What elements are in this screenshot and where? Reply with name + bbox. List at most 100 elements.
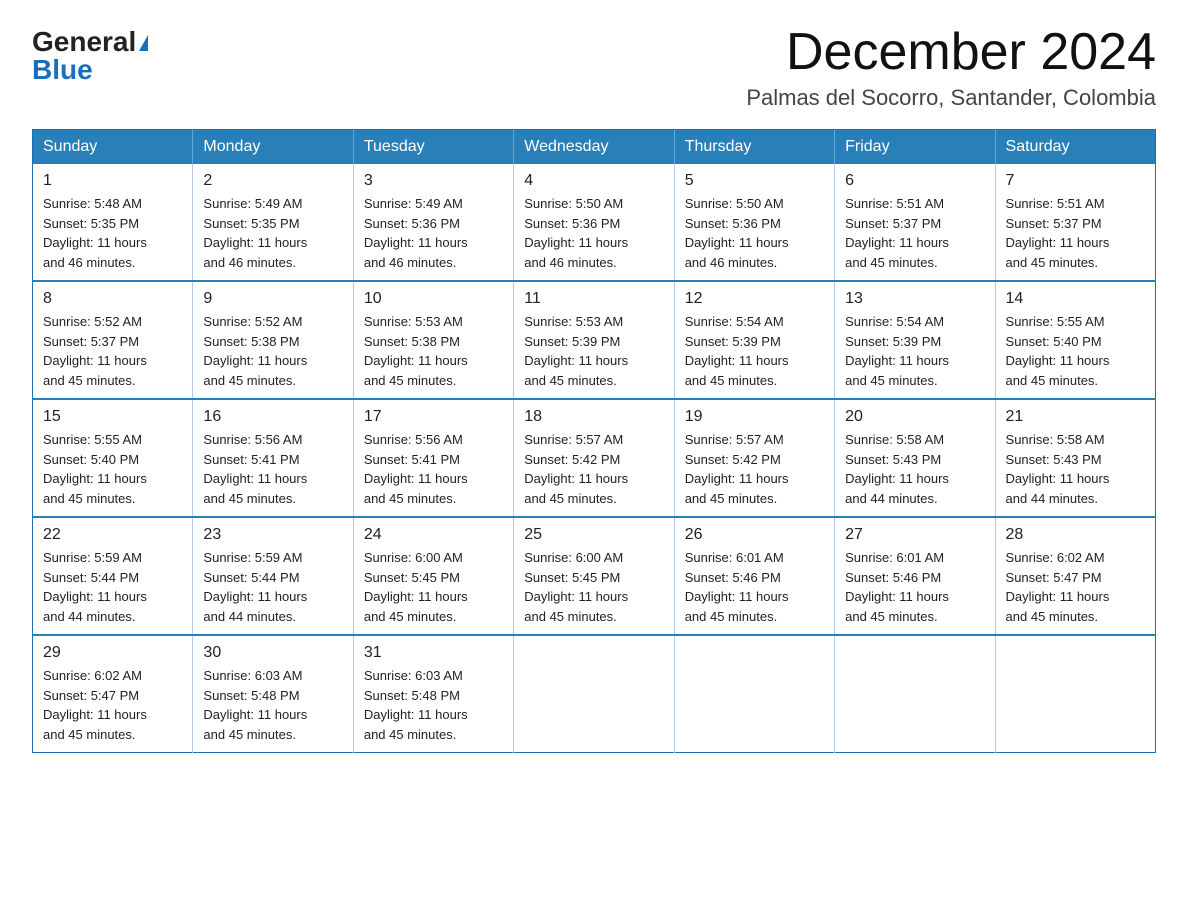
- day-info: Sunrise: 5:56 AMSunset: 5:41 PMDaylight:…: [364, 430, 503, 508]
- day-info: Sunrise: 5:54 AMSunset: 5:39 PMDaylight:…: [845, 312, 984, 390]
- month-title: December 2024: [746, 24, 1156, 81]
- table-row: 6Sunrise: 5:51 AMSunset: 5:37 PMDaylight…: [835, 164, 995, 281]
- table-row: 18Sunrise: 5:57 AMSunset: 5:42 PMDayligh…: [514, 399, 674, 517]
- title-block: December 2024 Palmas del Socorro, Santan…: [746, 24, 1156, 111]
- day-info: Sunrise: 5:49 AMSunset: 5:35 PMDaylight:…: [203, 194, 342, 272]
- table-row: 12Sunrise: 5:54 AMSunset: 5:39 PMDayligh…: [674, 281, 834, 399]
- day-number: 11: [524, 290, 663, 308]
- day-info: Sunrise: 5:57 AMSunset: 5:42 PMDaylight:…: [524, 430, 663, 508]
- day-number: 23: [203, 526, 342, 544]
- table-row: 16 Sunrise: 5:56 AMSunset: 5:41 PMDayligh…: [193, 399, 353, 517]
- day-info: Sunrise: 6:03 AMSunset: 5:48 PMDaylight:…: [203, 666, 342, 744]
- table-row: 26 Sunrise: 6:01 AMSunset: 5:46 PMDayligh…: [674, 517, 834, 635]
- day-info: Sunrise: 5:53 AMSunset: 5:38 PMDaylight:…: [364, 312, 503, 390]
- day-number: 26: [685, 526, 824, 544]
- day-info: Sunrise: 5:56 AMSunset: 5:41 PMDaylight:…: [203, 430, 342, 508]
- calendar-week-row: 8Sunrise: 5:52 AMSunset: 5:37 PMDaylight…: [33, 281, 1156, 399]
- day-info: Sunrise: 5:55 AMSunset: 5:40 PMDaylight:…: [1006, 312, 1145, 390]
- table-row: 29 Sunrise: 6:02 AMSunset: 5:47 PMDayligh…: [33, 635, 193, 753]
- day-info: Sunrise: 5:59 AMSunset: 5:44 PMDaylight:…: [203, 548, 342, 626]
- day-info: Sunrise: 6:00 AMSunset: 5:45 PMDaylight:…: [364, 548, 503, 626]
- day-info: Sunrise: 5:48 AMSunset: 5:35 PMDaylight:…: [43, 194, 182, 272]
- day-info: Sunrise: 5:58 AMSunset: 5:43 PMDaylight:…: [845, 430, 984, 508]
- table-row: 30 Sunrise: 6:03 AMSunset: 5:48 PMDayligh…: [193, 635, 353, 753]
- day-number: 19: [685, 408, 824, 426]
- header-monday: Monday: [193, 130, 353, 165]
- header-sunday: Sunday: [33, 130, 193, 165]
- location-text: Palmas del Socorro, Santander, Colombia: [746, 85, 1156, 111]
- day-number: 29: [43, 644, 182, 662]
- table-row: 7 Sunrise: 5:51 AMSunset: 5:37 PMDaylight…: [995, 164, 1155, 281]
- table-row: 25 Sunrise: 6:00 AMSunset: 5:45 PMDayligh…: [514, 517, 674, 635]
- table-row: 3Sunrise: 5:49 AMSunset: 5:36 PMDaylight…: [353, 164, 513, 281]
- day-number: 13: [845, 290, 984, 308]
- day-number: 20: [845, 408, 984, 426]
- page-header: General Blue December 2024 Palmas del So…: [32, 24, 1156, 111]
- day-number: 4: [524, 172, 663, 190]
- day-number: 30: [203, 644, 342, 662]
- day-number: 21: [1006, 408, 1145, 426]
- day-number: 9: [203, 290, 342, 308]
- table-row: 11 Sunrise: 5:53 AMSunset: 5:39 PMDayligh…: [514, 281, 674, 399]
- day-number: 6: [845, 172, 984, 190]
- table-row: 13 Sunrise: 5:54 AMSunset: 5:39 PMDayligh…: [835, 281, 995, 399]
- day-info: Sunrise: 6:03 AMSunset: 5:48 PMDaylight:…: [364, 666, 503, 744]
- table-row: 21Sunrise: 5:58 AMSunset: 5:43 PMDayligh…: [995, 399, 1155, 517]
- day-info: Sunrise: 6:01 AMSunset: 5:46 PMDaylight:…: [685, 548, 824, 626]
- day-number: 2: [203, 172, 342, 190]
- day-info: Sunrise: 5:59 AMSunset: 5:44 PMDaylight:…: [43, 548, 182, 626]
- day-number: 15: [43, 408, 182, 426]
- table-row: 20 Sunrise: 5:58 AMSunset: 5:43 PMDayligh…: [835, 399, 995, 517]
- calendar-week-row: 1Sunrise: 5:48 AMSunset: 5:35 PMDaylight…: [33, 164, 1156, 281]
- header-wednesday: Wednesday: [514, 130, 674, 165]
- logo-blue-text: Blue: [32, 56, 93, 84]
- day-number: 25: [524, 526, 663, 544]
- day-info: Sunrise: 5:51 AMSunset: 5:37 PMDaylight:…: [1006, 194, 1145, 272]
- day-number: 3: [364, 172, 503, 190]
- day-info: Sunrise: 6:02 AMSunset: 5:47 PMDaylight:…: [1006, 548, 1145, 626]
- table-row: [514, 635, 674, 753]
- table-row: 5 Sunrise: 5:50 AMSunset: 5:36 PMDaylight…: [674, 164, 834, 281]
- table-row: 9Sunrise: 5:52 AMSunset: 5:38 PMDaylight…: [193, 281, 353, 399]
- table-row: 23 Sunrise: 5:59 AMSunset: 5:44 PMDayligh…: [193, 517, 353, 635]
- header-friday: Friday: [835, 130, 995, 165]
- calendar-week-row: 15 Sunrise: 5:55 AMSunset: 5:40 PMDayligh…: [33, 399, 1156, 517]
- day-info: Sunrise: 5:57 AMSunset: 5:42 PMDaylight:…: [685, 430, 824, 508]
- day-number: 5: [685, 172, 824, 190]
- table-row: [674, 635, 834, 753]
- calendar-header-row: Sunday Monday Tuesday Wednesday Thursday…: [33, 130, 1156, 165]
- day-info: Sunrise: 6:02 AMSunset: 5:47 PMDaylight:…: [43, 666, 182, 744]
- table-row: 19 Sunrise: 5:57 AMSunset: 5:42 PMDayligh…: [674, 399, 834, 517]
- day-info: Sunrise: 6:00 AMSunset: 5:45 PMDaylight:…: [524, 548, 663, 626]
- calendar-table: Sunday Monday Tuesday Wednesday Thursday…: [32, 129, 1156, 753]
- day-info: Sunrise: 5:50 AMSunset: 5:36 PMDaylight:…: [524, 194, 663, 272]
- day-info: Sunrise: 5:50 AMSunset: 5:36 PMDaylight:…: [685, 194, 824, 272]
- day-info: Sunrise: 5:53 AMSunset: 5:39 PMDaylight:…: [524, 312, 663, 390]
- day-number: 12: [685, 290, 824, 308]
- day-number: 8: [43, 290, 182, 308]
- table-row: 2 Sunrise: 5:49 AMSunset: 5:35 PMDaylight…: [193, 164, 353, 281]
- table-row: 27Sunrise: 6:01 AMSunset: 5:46 PMDayligh…: [835, 517, 995, 635]
- day-number: 17: [364, 408, 503, 426]
- day-info: Sunrise: 5:55 AMSunset: 5:40 PMDaylight:…: [43, 430, 182, 508]
- table-row: 22 Sunrise: 5:59 AMSunset: 5:44 PMDayligh…: [33, 517, 193, 635]
- table-row: 14 Sunrise: 5:55 AMSunset: 5:40 PMDayligh…: [995, 281, 1155, 399]
- day-number: 16: [203, 408, 342, 426]
- logo: General Blue: [32, 28, 148, 84]
- table-row: [995, 635, 1155, 753]
- logo-general-text: General: [32, 28, 136, 56]
- day-number: 22: [43, 526, 182, 544]
- calendar-week-row: 22 Sunrise: 5:59 AMSunset: 5:44 PMDayligh…: [33, 517, 1156, 635]
- day-number: 31: [364, 644, 503, 662]
- table-row: 15 Sunrise: 5:55 AMSunset: 5:40 PMDayligh…: [33, 399, 193, 517]
- table-row: 4 Sunrise: 5:50 AMSunset: 5:36 PMDaylight…: [514, 164, 674, 281]
- table-row: 17 Sunrise: 5:56 AMSunset: 5:41 PMDayligh…: [353, 399, 513, 517]
- day-number: 14: [1006, 290, 1145, 308]
- table-row: 28 Sunrise: 6:02 AMSunset: 5:47 PMDayligh…: [995, 517, 1155, 635]
- header-tuesday: Tuesday: [353, 130, 513, 165]
- table-row: 24Sunrise: 6:00 AMSunset: 5:45 PMDayligh…: [353, 517, 513, 635]
- day-number: 7: [1006, 172, 1145, 190]
- header-saturday: Saturday: [995, 130, 1155, 165]
- day-number: 28: [1006, 526, 1145, 544]
- calendar-week-row: 29 Sunrise: 6:02 AMSunset: 5:47 PMDayligh…: [33, 635, 1156, 753]
